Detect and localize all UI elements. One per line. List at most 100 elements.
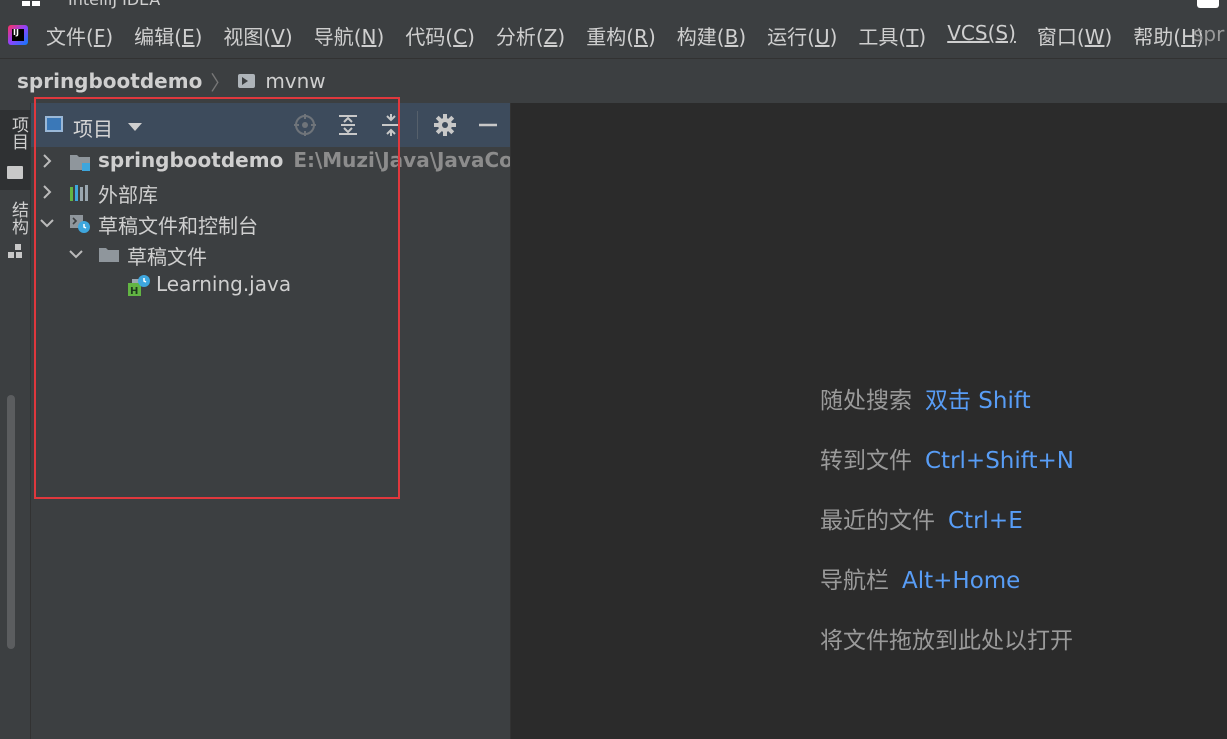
- project-panel-header: 项目: [31, 103, 510, 147]
- menu-item-mnemonic: Z: [543, 24, 558, 49]
- menu-item-mnemonic: C: [453, 24, 468, 49]
- menu-item-label: 分析(: [495, 24, 544, 49]
- menu-item-label: 文件(: [46, 24, 94, 49]
- menu-item[interactable]: 重构(R): [586, 21, 656, 50]
- collapse-all-icon[interactable]: [379, 113, 403, 137]
- tool-tab-project[interactable]: 项目: [0, 110, 30, 190]
- menu-item-label: 视图(: [223, 24, 272, 49]
- folder-icon: [99, 248, 119, 262]
- menu-item-label-end: ): [557, 24, 566, 49]
- menu-item[interactable]: 构建(B): [677, 21, 746, 50]
- chevron-down-icon[interactable]: [68, 246, 84, 262]
- menu-item-label-end: ): [647, 24, 656, 49]
- left-tool-strip: 项目 结构: [0, 103, 31, 739]
- minimize-icon[interactable]: [476, 113, 500, 137]
- menu-item-label-end: ): [194, 24, 203, 49]
- menu-item-label-end: ): [738, 24, 747, 49]
- scratch-java-file-icon: H: [128, 275, 150, 297]
- menu-item[interactable]: 文件(F): [46, 21, 113, 50]
- tree-node-label: springbootdemo: [98, 148, 284, 172]
- menu-item[interactable]: 代码(C): [405, 21, 475, 50]
- hint-search-everywhere: 随处搜索 双击 Shift: [820, 381, 1031, 415]
- menu-item-label: 重构(: [586, 24, 635, 49]
- menu-item-label: 窗口(: [1036, 24, 1085, 49]
- menu-item[interactable]: 窗口(W): [1037, 21, 1112, 50]
- module-folder-icon: [70, 155, 90, 171]
- menu-item[interactable]: VCS(S): [947, 21, 1016, 50]
- hint-text: 随处搜索: [820, 388, 912, 414]
- menu-item-label: 工具(: [858, 24, 907, 49]
- hint-text: 转到文件: [820, 448, 912, 474]
- hint-shortcut: 双击 Shift: [925, 388, 1031, 414]
- hint-drop-files: 将文件拖放到此处以打开: [820, 621, 1073, 655]
- tree-node-learning-java[interactable]: H Learning.java: [31, 271, 510, 302]
- window-title: IntelliJ IDEA: [68, 0, 160, 9]
- expand-all-icon[interactable]: [336, 113, 360, 137]
- scratches-icon: [70, 215, 90, 233]
- breadcrumb-file[interactable]: mvnw: [265, 69, 325, 93]
- hint-text: 导航栏: [820, 568, 889, 594]
- library-icon: [70, 185, 88, 201]
- breadcrumb: springbootdemo 〉 mvnw: [0, 58, 1227, 104]
- tree-node-scratches[interactable]: 草稿文件: [31, 240, 510, 271]
- menu-item-label-end: ): [376, 24, 385, 49]
- hint-shortcut: Alt+Home: [902, 568, 1021, 594]
- breadcrumb-separator: 〉: [210, 70, 231, 95]
- project-panel: 项目 springbootdemo E:\Muzi\Java\JavaCo 外部…: [31, 103, 511, 739]
- menu-items: 文件(F) 编辑(E) 视图(V) 导航(N) 代码(C) 分析(Z) 重构(R) 构建(B)…: [46, 21, 1225, 50]
- header-divider: [417, 111, 418, 139]
- tool-tab-structure-label: 结构: [8, 201, 28, 235]
- chevron-right-icon[interactable]: [39, 184, 55, 200]
- menu-item-mnemonic: B: [724, 24, 739, 49]
- gear-icon[interactable]: [433, 113, 457, 137]
- tree-node-path: E:\Muzi\Java\JavaCode\s: [293, 148, 510, 172]
- locate-target-icon[interactable]: [293, 113, 317, 137]
- tree-node-project[interactable]: springbootdemo E:\Muzi\Java\JavaCode\s: [31, 147, 510, 178]
- menu-item-label: 帮助(: [1133, 24, 1182, 49]
- menu-item-label: 构建(: [676, 24, 725, 49]
- menu-item-label-end: ): [284, 24, 293, 49]
- menu-item-label: 代码(: [405, 24, 454, 49]
- menu-item-mnemonic: W: [1084, 24, 1105, 49]
- chevron-down-icon[interactable]: [39, 215, 55, 231]
- menu-item-label-end: ): [829, 24, 838, 49]
- menu-item[interactable]: 工具(T): [858, 21, 926, 50]
- menu-item-label: 编辑(: [134, 24, 182, 49]
- menu-item-mnemonic: N: [361, 24, 377, 49]
- menu-item-label: 导航(: [313, 24, 362, 49]
- menu-item[interactable]: 视图(V): [223, 21, 292, 50]
- menu-item[interactable]: 编辑(E): [134, 21, 202, 50]
- title-bar: IntelliJ IDEA: [0, 0, 1227, 12]
- tool-tab-structure[interactable]: 结构: [0, 193, 30, 273]
- tree-node-label: Learning.java: [156, 272, 292, 296]
- menu-item[interactable]: 分析(Z): [496, 21, 565, 50]
- folder-icon: [7, 166, 23, 179]
- tool-tab-project-label: 项目: [8, 116, 28, 150]
- menu-item-mnemonic: VCS(S): [947, 20, 1016, 45]
- hint-shortcut: Ctrl+E: [948, 508, 1023, 534]
- hint-shortcut: Ctrl+Shift+N: [925, 448, 1074, 474]
- hint-navigation-bar: 导航栏 Alt+Home: [820, 561, 1020, 595]
- menu-item-mnemonic: V: [271, 24, 285, 49]
- project-view-selector[interactable]: 项目: [73, 113, 113, 142]
- chevron-right-icon[interactable]: [39, 153, 55, 169]
- menu-item[interactable]: 运行(U): [767, 21, 837, 50]
- hint-recent-files: 最近的文件 Ctrl+E: [820, 501, 1023, 535]
- window-title-truncated: spr: [1193, 22, 1225, 46]
- windows-logo-icon: [22, 1, 40, 6]
- tree-node-scratches-consoles[interactable]: 草稿文件和控制台: [31, 209, 510, 240]
- menu-item-mnemonic: R: [634, 24, 648, 49]
- menu-item-mnemonic: E: [181, 24, 195, 49]
- hint-text: 将文件拖放到此处以打开: [820, 628, 1073, 654]
- tree-node-external-libraries[interactable]: 外部库: [31, 178, 510, 209]
- breadcrumb-project[interactable]: springbootdemo: [17, 69, 202, 93]
- window-close-icon[interactable]: [1197, 0, 1219, 8]
- tree-node-label: 草稿文件: [127, 245, 207, 269]
- hint-go-to-file: 转到文件 Ctrl+Shift+N: [820, 441, 1074, 475]
- menu-item-mnemonic: U: [814, 24, 830, 49]
- scrollbar[interactable]: [7, 395, 15, 649]
- menu-item-label-end: ): [1104, 24, 1113, 49]
- menu-item[interactable]: 导航(N): [314, 21, 385, 50]
- chevron-down-icon[interactable]: [128, 123, 142, 131]
- svg-text:H: H: [130, 286, 138, 297]
